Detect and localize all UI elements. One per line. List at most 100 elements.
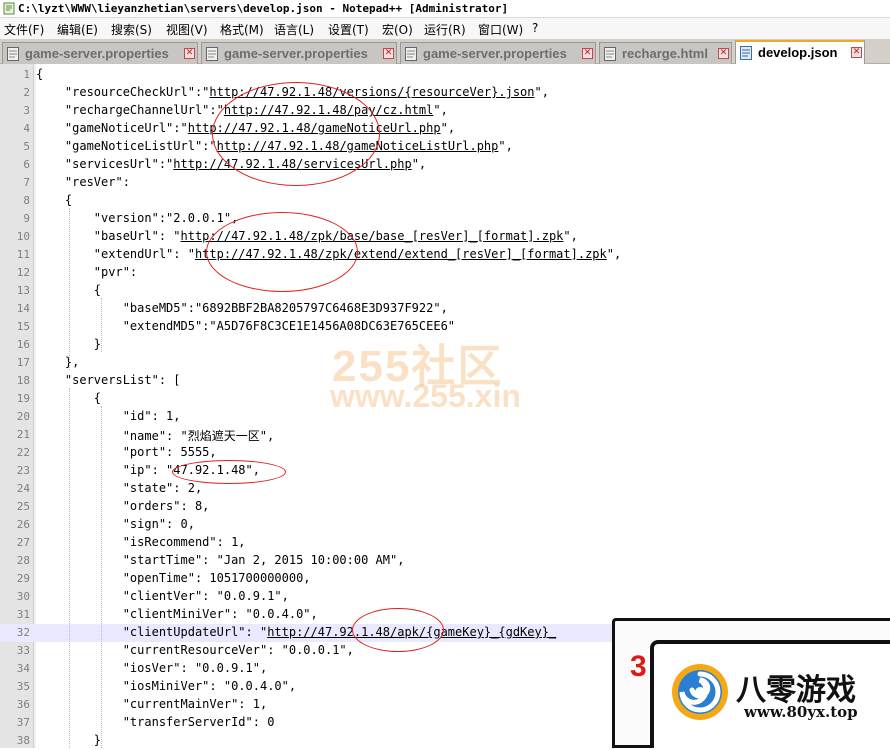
tab-recharge-html[interactable]: recharge.html ✕ xyxy=(599,42,732,64)
code-line[interactable]: 13 { xyxy=(0,282,890,300)
code-text[interactable]: "clientVer": "0.0.9.1", xyxy=(36,589,289,603)
code-line[interactable]: 9 "version":"2.0.0.1", xyxy=(0,210,890,228)
code-line[interactable]: 23 "ip": "47.92.1.48", xyxy=(0,462,890,480)
line-number: 16 xyxy=(16,338,30,351)
annotation-ellipse xyxy=(212,82,380,186)
line-number: 6 xyxy=(23,158,30,171)
code-line[interactable]: 11 "extendUrl": "http://47.92.1.48/zpk/e… xyxy=(0,246,890,264)
code-text[interactable]: "clientUpdateUrl": "http://47.92.1.48/ap… xyxy=(36,625,556,639)
annotation-ellipse xyxy=(352,608,444,652)
stamp-red-text: 3 xyxy=(630,650,647,683)
code-text[interactable]: "iosVer": "0.0.9.1", xyxy=(36,661,268,675)
line-number: 31 xyxy=(16,608,30,621)
code-line[interactable]: 3 "rechargeChannelUrl":"http://47.92.1.4… xyxy=(0,102,890,120)
code-line[interactable]: 10 "baseUrl": "http://47.92.1.48/zpk/bas… xyxy=(0,228,890,246)
tab-label: develop.json xyxy=(758,45,838,60)
line-number: 3 xyxy=(23,104,30,117)
code-text[interactable]: "currentMainVer": 1, xyxy=(36,697,268,711)
annotation-ellipse xyxy=(206,212,358,292)
tab-close-icon[interactable]: ✕ xyxy=(383,48,394,59)
menu-macro[interactable]: 宏(O) xyxy=(382,21,413,38)
code-line[interactable]: 14 "baseMD5":"6892BBF2BA8205797C6468E3D9… xyxy=(0,300,890,318)
code-line[interactable]: 12 "pvr": xyxy=(0,264,890,282)
code-text[interactable]: { xyxy=(36,193,72,207)
code-text[interactable]: "pvr": xyxy=(36,265,137,279)
menu-edit[interactable]: 编辑(E) xyxy=(57,21,98,38)
indent-guide xyxy=(69,208,70,370)
window-title: C:\lyzt\WWW\lieyanzhetian\servers\develo… xyxy=(18,2,509,15)
tab-label: recharge.html xyxy=(622,46,708,61)
tab-close-icon[interactable]: ✕ xyxy=(718,48,729,59)
line-number: 35 xyxy=(16,680,30,693)
indent-guide xyxy=(101,298,102,352)
code-line[interactable]: 28 "startTime": "Jan 2, 2015 10:00:00 AM… xyxy=(0,552,890,570)
line-number: 19 xyxy=(16,392,30,405)
line-number: 29 xyxy=(16,572,30,585)
code-line[interactable]: 2 "resourceCheckUrl":"http://47.92.1.48/… xyxy=(0,84,890,102)
tab-develop-json[interactable]: develop.json ✕ xyxy=(735,40,865,64)
menu-search[interactable]: 搜索(S) xyxy=(111,21,152,38)
code-line[interactable]: 29 "openTime": 1051700000000, xyxy=(0,570,890,588)
code-line[interactable]: 6 "servicesUrl":"http://47.92.1.48/servi… xyxy=(0,156,890,174)
menu-bar: 文件(F) 编辑(E) 搜索(S) 视图(V) 格式(M) 语言(L) 设置(T… xyxy=(0,18,890,39)
code-line[interactable]: 30 "clientVer": "0.0.9.1", xyxy=(0,588,890,606)
code-text[interactable]: "serversList": [ xyxy=(36,373,181,387)
line-number: 12 xyxy=(16,266,30,279)
code-text[interactable]: "resVer": xyxy=(36,175,130,189)
line-number: 11 xyxy=(16,248,30,261)
code-text[interactable]: "transferServerId": 0 xyxy=(36,715,275,729)
code-line[interactable]: 25 "orders": 8, xyxy=(0,498,890,516)
code-text[interactable]: "iosMiniVer": "0.0.4.0", xyxy=(36,679,296,693)
code-text[interactable]: "orders": 8, xyxy=(36,499,210,513)
tab-bar: game-server.properties ✕ game-server.pro… xyxy=(0,39,890,64)
code-text[interactable]: "clientMiniVer": "0.0.4.0", xyxy=(36,607,318,621)
code-line[interactable]: 7 "resVer": xyxy=(0,174,890,192)
line-number: 18 xyxy=(16,374,30,387)
code-text[interactable]: { xyxy=(36,67,43,81)
tab-close-icon[interactable]: ✕ xyxy=(184,48,195,59)
menu-window[interactable]: 窗口(W) xyxy=(478,21,523,38)
code-text[interactable]: "openTime": 1051700000000, xyxy=(36,571,311,585)
code-line[interactable]: 5 "gameNoticeListUrl":"http://47.92.1.48… xyxy=(0,138,890,156)
tab-game-server-properties-1[interactable]: game-server.properties ✕ xyxy=(2,42,198,64)
file-icon xyxy=(206,47,218,61)
code-text[interactable]: "isRecommend": 1, xyxy=(36,535,246,549)
code-text[interactable]: "id": 1, xyxy=(36,409,181,423)
code-line[interactable]: 21 "name": "烈焰遮天一区", xyxy=(0,426,890,444)
menu-format[interactable]: 格式(M) xyxy=(220,21,264,38)
code-text[interactable]: }, xyxy=(36,355,79,369)
code-text[interactable]: "currentResourceVer": "0.0.0.1", xyxy=(36,643,354,657)
line-number: 34 xyxy=(16,662,30,675)
line-number: 14 xyxy=(16,302,30,315)
tab-game-server-properties-2[interactable]: game-server.properties ✕ xyxy=(201,42,397,64)
file-icon xyxy=(405,47,417,61)
code-line[interactable]: 1{ xyxy=(0,66,890,84)
tab-game-server-properties-3[interactable]: game-server.properties ✕ xyxy=(400,42,596,64)
code-text[interactable]: "version":"2.0.0.1", xyxy=(36,211,239,225)
tab-close-icon[interactable]: ✕ xyxy=(851,47,862,58)
code-text[interactable]: "state": 2, xyxy=(36,481,202,495)
code-line[interactable]: 27 "isRecommend": 1, xyxy=(0,534,890,552)
menu-settings[interactable]: 设置(T) xyxy=(328,21,369,38)
code-line[interactable]: 26 "sign": 0, xyxy=(0,516,890,534)
code-text[interactable]: "startTime": "Jan 2, 2015 10:00:00 AM", xyxy=(36,553,405,567)
tab-label: game-server.properties xyxy=(423,46,567,61)
menu-help[interactable]: ? xyxy=(532,21,538,35)
line-number: 24 xyxy=(16,482,30,495)
code-line[interactable]: 24 "state": 2, xyxy=(0,480,890,498)
tab-close-icon[interactable]: ✕ xyxy=(582,48,593,59)
menu-view[interactable]: 视图(V) xyxy=(166,21,208,38)
menu-language[interactable]: 语言(L) xyxy=(274,21,314,38)
code-text[interactable]: "sign": 0, xyxy=(36,517,195,531)
menu-file[interactable]: 文件(F) xyxy=(4,21,44,38)
code-text[interactable]: "port": 5555, xyxy=(36,445,217,459)
annotation-ellipse xyxy=(172,460,286,484)
menu-run[interactable]: 运行(R) xyxy=(424,21,466,38)
indent-guide xyxy=(101,406,102,748)
code-line[interactable]: 8 { xyxy=(0,192,890,210)
code-line[interactable]: 4 "gameNoticeUrl":"http://47.92.1.48/gam… xyxy=(0,120,890,138)
code-text[interactable]: "baseMD5":"6892BBF2BA8205797C6468E3D937F… xyxy=(36,301,448,315)
code-text[interactable]: "name": "烈焰遮天一区", xyxy=(36,427,274,444)
line-number: 9 xyxy=(23,212,30,225)
code-line[interactable]: 22 "port": 5555, xyxy=(0,444,890,462)
